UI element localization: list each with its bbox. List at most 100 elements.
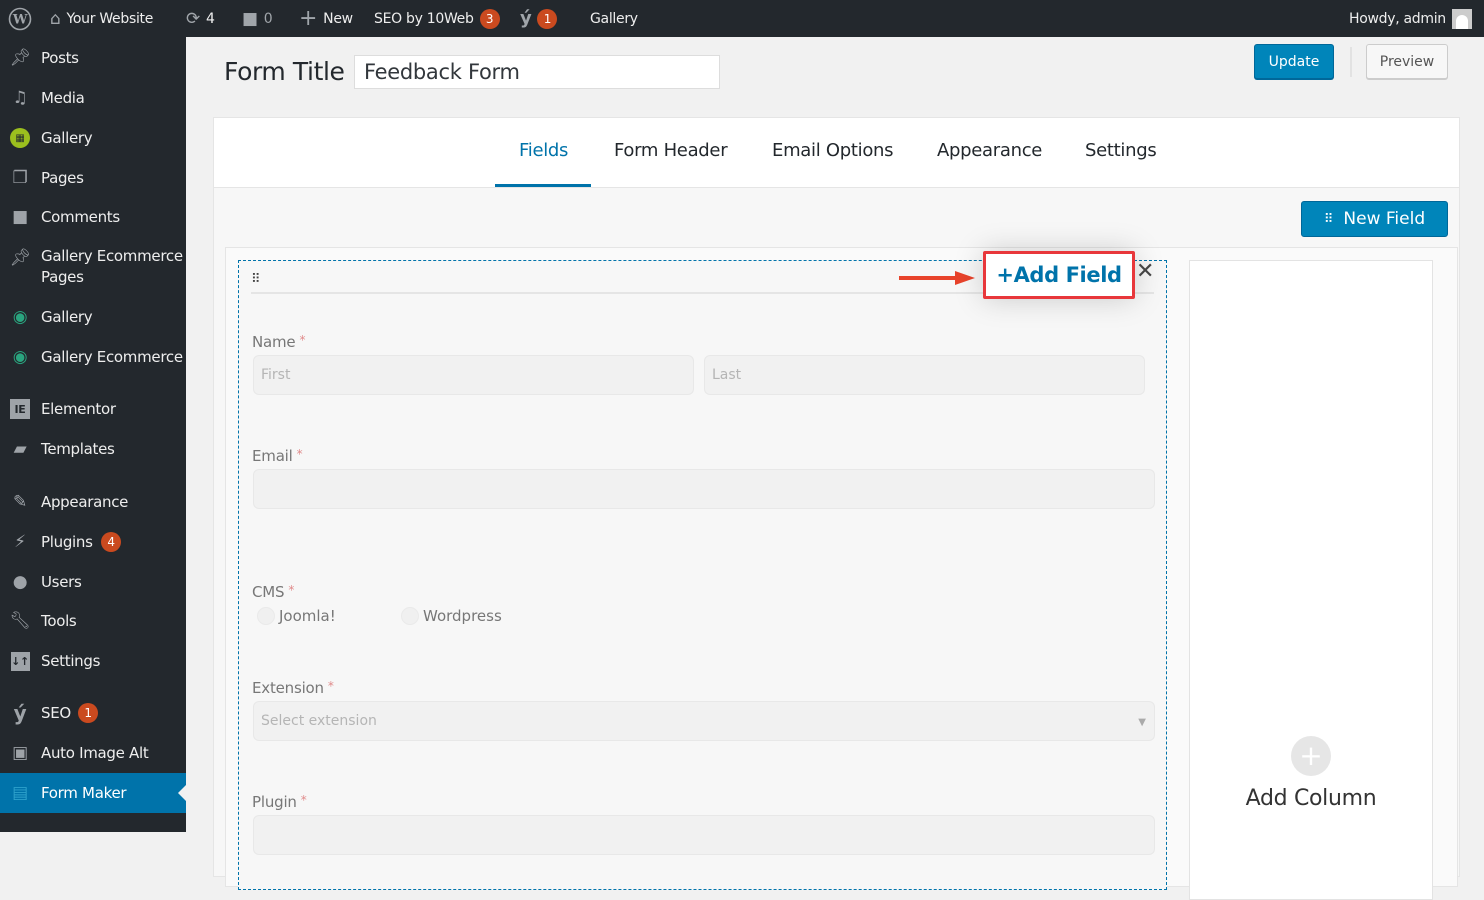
yoast-icon: ý: [9, 702, 31, 724]
first-name-input[interactable]: First: [253, 355, 694, 395]
sidebar-item-elementor[interactable]: IE Elementor: [0, 398, 186, 420]
plus-icon: +: [299, 6, 317, 31]
sidebar-item-seo[interactable]: ý SEO 1: [0, 702, 186, 724]
folder-icon: ▰: [9, 438, 31, 460]
extension-select[interactable]: Select extension ▼: [253, 701, 1155, 741]
form-editor-panel: Fields Form Header Email Options Appeara…: [213, 117, 1460, 877]
add-column-plus-icon[interactable]: +: [1291, 736, 1331, 776]
radio-circle[interactable]: [401, 607, 419, 625]
name-field-label: Name*: [252, 333, 305, 351]
form-row[interactable]: ⠿ + Add Field ✕ Name* First Last Email* …: [238, 260, 1167, 890]
email-field-label: Email*: [252, 447, 302, 465]
wordpress-logo[interactable]: W: [8, 0, 32, 37]
sliders-icon: ↓↑: [9, 650, 31, 672]
account-menu[interactable]: Howdy, admin: [1349, 0, 1472, 37]
main-content: Form Title Update Preview Fields Form He…: [186, 37, 1484, 832]
update-button[interactable]: Update: [1254, 44, 1334, 79]
comment-icon: ■: [242, 9, 258, 29]
sidebar-item-auto-image-alt[interactable]: ▣ Auto Image Alt: [0, 742, 186, 764]
pin-icon: 📌︎: [9, 247, 31, 269]
preview-button[interactable]: Preview: [1366, 44, 1448, 79]
radio-circle[interactable]: [257, 607, 275, 625]
add-field-button[interactable]: + Add Field: [983, 251, 1135, 299]
drag-handle-icon[interactable]: ⠿: [251, 273, 261, 286]
sidebar-item-gallery-2[interactable]: ◉ Gallery: [0, 306, 186, 328]
tab-fields[interactable]: Fields: [519, 140, 568, 161]
home-icon: ⌂: [50, 9, 61, 29]
image-icon: ▣: [9, 742, 31, 764]
add-column-area[interactable]: + Add Column: [1189, 260, 1433, 900]
seo-badge: 3: [480, 9, 500, 29]
media-icon: ♫: [9, 87, 31, 109]
user-icon: ●: [9, 571, 31, 593]
sidebar-item-users[interactable]: ● Users: [0, 571, 186, 593]
sidebar-item-gallery-ecommerce-pages[interactable]: 📌︎ Gallery Ecommerce Pages: [0, 245, 186, 289]
sidebar-item-pages[interactable]: ❐ Pages: [0, 167, 186, 189]
tab-settings[interactable]: Settings: [1085, 140, 1156, 161]
yoast-icon: ý: [520, 8, 531, 29]
form-title-input[interactable]: [354, 55, 720, 89]
yoast-link[interactable]: ý 1: [520, 0, 557, 37]
admin-sidebar: 📌︎ Posts ♫ Media ▦ Gallery ❐ Pages ■ Com…: [0, 37, 186, 832]
active-tab-indicator: [495, 184, 591, 187]
tab-email-options[interactable]: Email Options: [772, 140, 893, 161]
arrow-right-icon: [899, 271, 975, 285]
sidebar-item-appearance[interactable]: ✎ Appearance: [0, 491, 186, 513]
camera-icon: ◉: [9, 306, 31, 328]
elementor-icon: IE: [9, 398, 31, 420]
grid-dots-icon: ⠿: [1324, 213, 1334, 226]
pin-icon: 📌︎: [9, 47, 31, 69]
tab-appearance[interactable]: Appearance: [937, 140, 1042, 161]
last-name-input[interactable]: Last: [704, 355, 1145, 395]
comment-icon: ■: [9, 206, 31, 228]
wrench-icon: 🔧︎: [9, 610, 31, 632]
seo-10web-link[interactable]: SEO by 10Web 3: [374, 0, 500, 37]
plugin-field-label: Plugin*: [252, 793, 307, 811]
sidebar-item-plugins[interactable]: ⚡︎ Plugins 4: [0, 531, 186, 553]
yoast-badge: 1: [537, 9, 557, 29]
sidebar-item-gallery-ecommerce[interactable]: ◉ Gallery Ecommerce: [0, 346, 186, 368]
form-canvas: ⠿ + Add Field ✕ Name* First Last Email* …: [225, 247, 1458, 887]
brush-icon: ✎: [9, 491, 31, 513]
dropdown-arrow-icon: ▼: [1138, 717, 1146, 728]
close-icon[interactable]: ✕: [1136, 259, 1154, 284]
sidebar-item-templates[interactable]: ▰ Templates: [0, 438, 186, 460]
extension-field-label: Extension*: [252, 679, 334, 697]
tab-form-header[interactable]: Form Header: [614, 140, 727, 161]
plug-icon: ⚡︎: [9, 531, 31, 553]
sidebar-item-comments[interactable]: ■ Comments: [0, 206, 186, 228]
gallery-link[interactable]: Gallery: [590, 0, 638, 37]
new-field-button[interactable]: ⠿ New Field: [1301, 201, 1448, 237]
new-content-link[interactable]: + New: [299, 0, 353, 37]
radio-wordpress[interactable]: Wordpress: [401, 607, 502, 625]
sidebar-item-posts[interactable]: 📌︎ Posts: [0, 47, 186, 69]
divider: [1350, 47, 1352, 77]
sidebar-item-tools[interactable]: 🔧︎ Tools: [0, 610, 186, 632]
svg-text:W: W: [12, 12, 28, 27]
tabs-bar: Fields Form Header Email Options Appeara…: [214, 118, 1459, 188]
email-input[interactable]: [253, 469, 1155, 509]
plugins-badge: 4: [101, 532, 121, 552]
sidebar-item-settings[interactable]: ↓↑ Settings: [0, 650, 186, 672]
radio-joomla[interactable]: Joomla!: [257, 607, 336, 625]
form-title-label: Form Title: [224, 57, 345, 86]
camera-icon: ◉: [9, 346, 31, 368]
refresh-icon: ⟳: [186, 9, 200, 29]
gallery-icon: ▦: [9, 127, 31, 149]
sidebar-item-form-maker[interactable]: ▤ Form Maker: [0, 773, 186, 813]
plus-icon: +: [996, 263, 1013, 287]
admin-bar: W ⌂ Your Website ⟳ 4 ■ 0 + New SEO by 10…: [0, 0, 1484, 37]
add-column-label[interactable]: Add Column: [1190, 786, 1432, 811]
sidebar-item-media[interactable]: ♫ Media: [0, 87, 186, 109]
pages-icon: ❐: [9, 167, 31, 189]
wordpress-icon: W: [8, 7, 32, 31]
sidebar-item-gallery[interactable]: ▦ Gallery: [0, 127, 186, 149]
site-name-link[interactable]: ⌂ Your Website: [50, 0, 153, 37]
updates-link[interactable]: ⟳ 4: [186, 0, 215, 37]
cms-field-label: CMS*: [252, 583, 294, 601]
plugin-select[interactable]: [253, 815, 1155, 855]
avatar: [1452, 9, 1472, 29]
comments-link[interactable]: ■ 0: [242, 0, 272, 37]
form-icon: ▤: [9, 782, 31, 804]
seo-badge: 1: [78, 703, 98, 723]
